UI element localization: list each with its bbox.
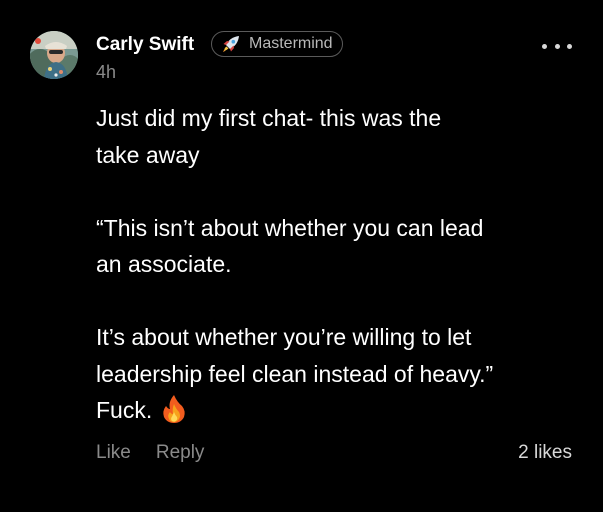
likes-count[interactable]: 2 likes: [518, 441, 572, 465]
post-body-line: Just did my first chat- this was the: [96, 105, 442, 131]
post-timestamp: 4h: [96, 62, 117, 82]
author-name[interactable]: Carly Swift: [96, 33, 194, 57]
mastermind-badge[interactable]: Mastermind: [211, 31, 343, 57]
more-horizontal-icon-dot: [554, 43, 560, 49]
more-horizontal-icon-dot: [542, 43, 547, 49]
post-body-line: It’s about whether you’re willing to let: [96, 324, 472, 350]
fire-icon: [162, 394, 186, 424]
post-body-line: take away: [96, 141, 200, 168]
rocket-icon: [220, 34, 242, 54]
more-horizontal-icon-dot: [567, 43, 572, 49]
comment-post: Carly Swift Mastermind 4h Just did my fi…: [0, 0, 603, 512]
post-body: Just did my first chat- this was the tak…: [96, 100, 566, 429]
like-button[interactable]: Like: [96, 441, 131, 465]
more-options-button[interactable]: [542, 36, 572, 56]
reply-button[interactable]: Reply: [156, 441, 205, 465]
post-body-line: Fuck.: [96, 397, 153, 423]
author-avatar[interactable]: [30, 31, 78, 79]
post-body-line: an associate.: [96, 251, 232, 277]
post-actions: Like Reply: [96, 441, 204, 465]
post-body-last-line: Fuck.: [96, 392, 566, 429]
badge-label: Mastermind: [249, 35, 333, 52]
post-body-line: leadership feel clean instead of heavy.”: [96, 360, 494, 387]
post-body-line: “This isn’t about whether you can lead: [96, 214, 484, 241]
avatar-image: [30, 31, 78, 79]
